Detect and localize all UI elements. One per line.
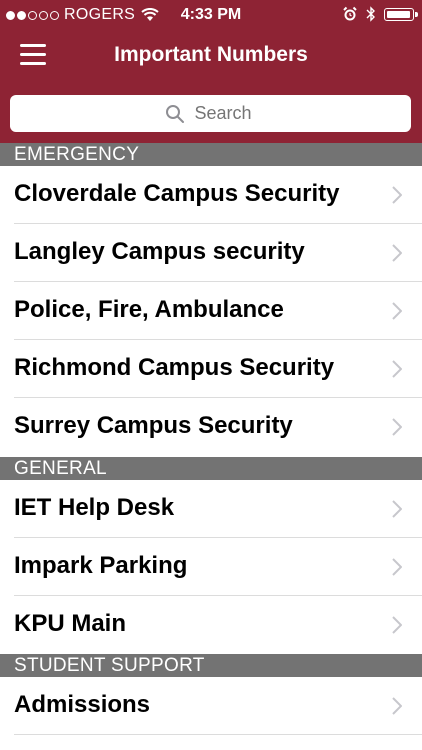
- list-item[interactable]: Langley Campus security: [0, 224, 422, 282]
- divider: [14, 734, 422, 735]
- chevron-right-icon: [392, 186, 402, 204]
- list-item-label: Cloverdale Campus Security: [14, 180, 340, 207]
- chevron-right-icon: [392, 418, 402, 436]
- bluetooth-icon: [366, 6, 375, 22]
- list-item-label: Police, Fire, Ambulance: [14, 296, 284, 323]
- battery-icon: [384, 7, 418, 21]
- status-bar: ROGERS 4:33 PM: [0, 0, 422, 30]
- list-item-label: KPU Main: [14, 610, 127, 637]
- chevron-right-icon: [392, 302, 402, 320]
- alarm-icon: [343, 6, 357, 21]
- page-title: Important Numbers: [114, 43, 308, 66]
- search-icon: [165, 104, 184, 123]
- chevron-right-icon: [392, 360, 402, 378]
- list-item[interactable]: IET Help Desk: [0, 480, 422, 538]
- list-item[interactable]: Admissions: [0, 677, 422, 735]
- chevron-right-icon: [392, 500, 402, 518]
- section-header-student-support: STUDENT SUPPORT: [0, 654, 422, 677]
- list-item-label: Langley Campus security: [14, 238, 305, 265]
- list-item[interactable]: KPU Main: [0, 596, 422, 654]
- chevron-right-icon: [392, 697, 402, 715]
- chevron-right-icon: [392, 616, 402, 634]
- search-input[interactable]: [192, 102, 257, 125]
- list-item-label: Impark Parking: [14, 552, 188, 579]
- list-item[interactable]: Impark Parking: [0, 538, 422, 596]
- chevron-right-icon: [392, 558, 402, 576]
- list-item[interactable]: Police, Fire, Ambulance: [0, 282, 422, 340]
- list-item[interactable]: Richmond Campus Security: [0, 340, 422, 398]
- status-right: [342, 6, 418, 22]
- list-item-label: Richmond Campus Security: [14, 354, 335, 381]
- list-item[interactable]: Cloverdale Campus Security: [0, 166, 422, 224]
- section-header-emergency: EMERGENCY: [0, 143, 422, 166]
- chevron-right-icon: [392, 244, 402, 262]
- list-item-label: Admissions: [14, 691, 151, 718]
- search-bar[interactable]: [10, 95, 411, 132]
- list-item-label: Surrey Campus Security: [14, 412, 293, 439]
- list-item-label: IET Help Desk: [14, 494, 175, 521]
- list-item[interactable]: Surrey Campus Security: [0, 398, 422, 456]
- section-header-general: GENERAL: [0, 457, 422, 480]
- navigation-bar: Important Numbers: [0, 30, 422, 84]
